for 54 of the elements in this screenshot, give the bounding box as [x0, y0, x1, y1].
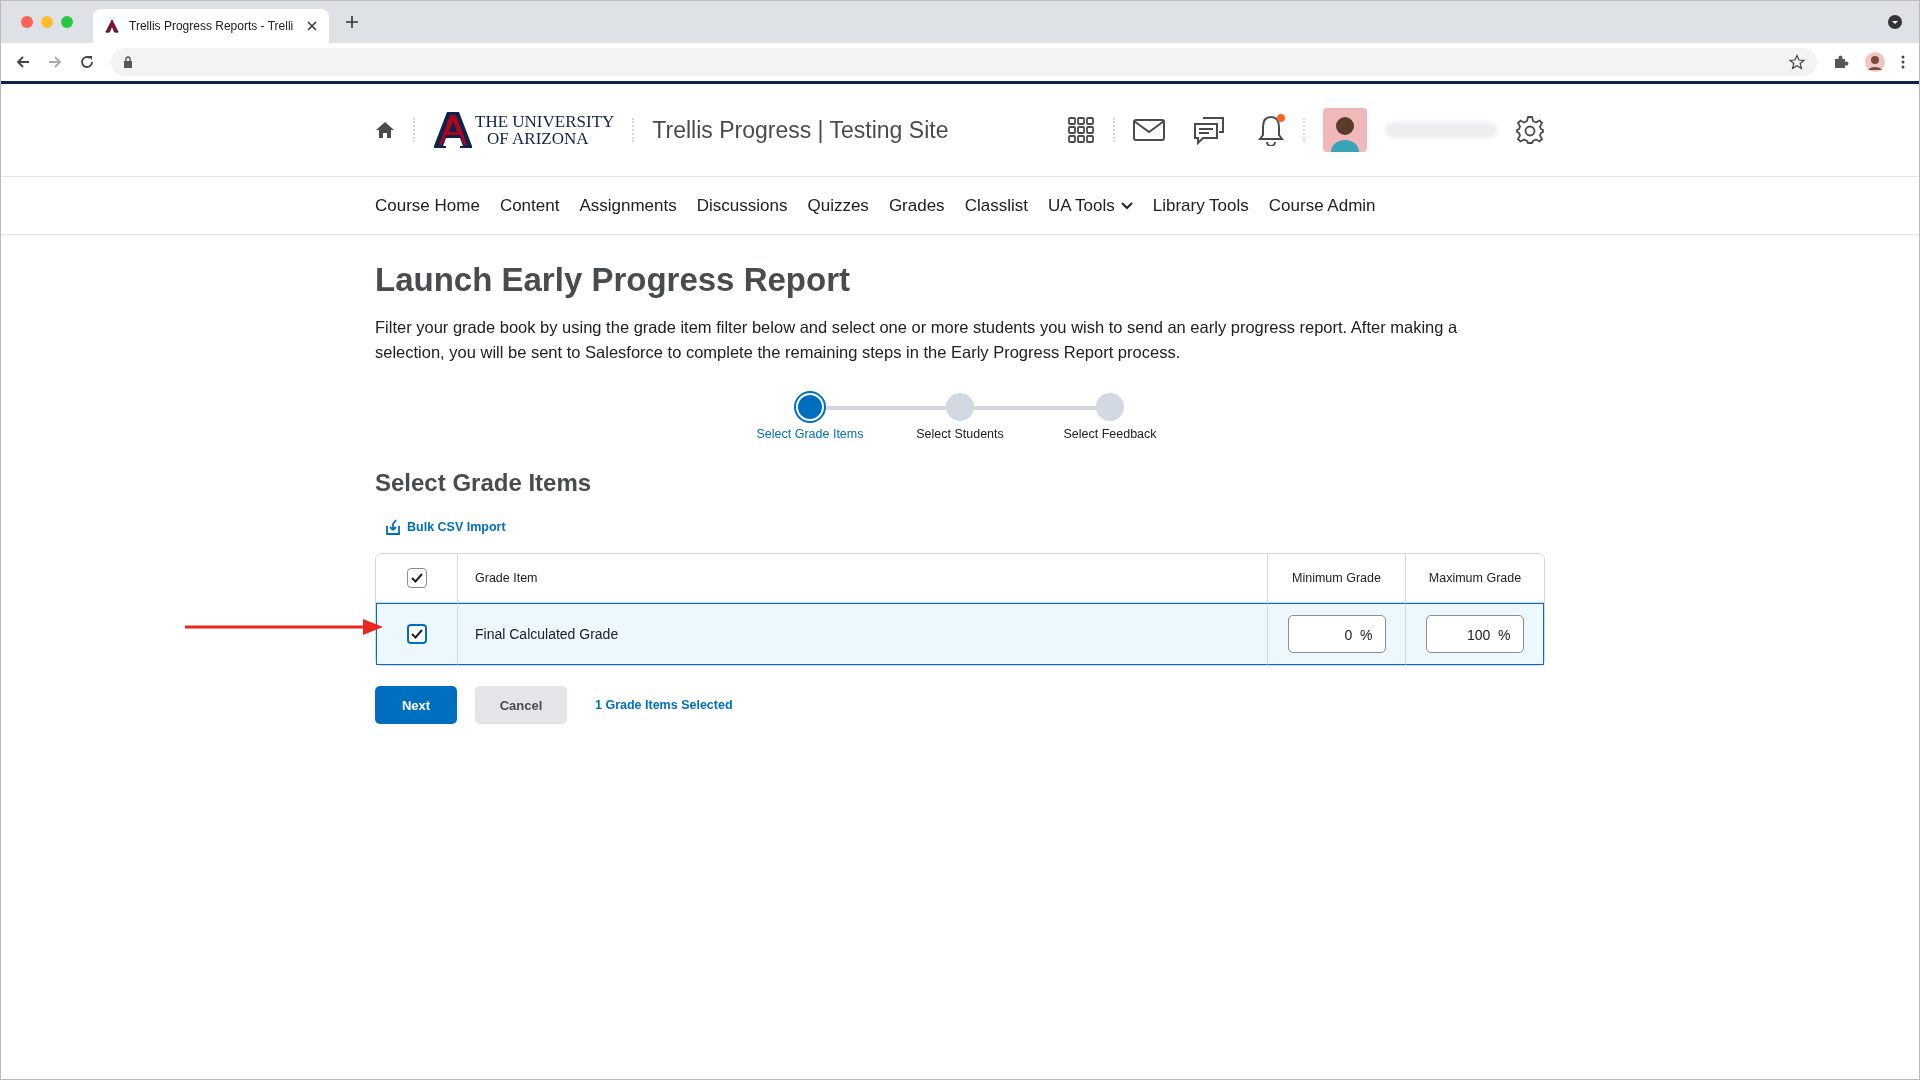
star-icon[interactable]: [1789, 54, 1805, 70]
mail-icon[interactable]: [1133, 119, 1165, 141]
caret-icon: [1120, 201, 1133, 210]
section-title: Select Grade Items: [375, 469, 593, 497]
nav-link[interactable]: Grades: [888, 195, 945, 216]
grid-icon[interactable]: [1067, 116, 1095, 144]
home-icon[interactable]: [375, 121, 395, 139]
step-label: Select Feedback: [1063, 427, 1157, 441]
grade-field[interactable]: 100 %: [1425, 615, 1524, 653]
step-label: Select Grade Items: [756, 427, 864, 441]
nav-link[interactable]: Quizzes: [807, 195, 869, 216]
browser-tab[interactable]: Trellis Progress Reports - Trelli: [93, 9, 329, 43]
more-icon[interactable]: [1901, 54, 1905, 70]
step-label: Select Students: [916, 427, 1004, 441]
logo-text: THE UNIVERSITY: [475, 113, 615, 130]
logo-text: OF ARIZONA: [486, 130, 590, 147]
selection-count: 1 Grade Items Selected: [595, 698, 733, 712]
back-icon[interactable]: [15, 54, 31, 70]
reload-icon[interactable]: [79, 54, 95, 70]
close-icon[interactable]: [307, 21, 317, 31]
address-field[interactable]: [111, 48, 1817, 76]
checkbox[interactable]: [406, 568, 427, 588]
page-title: Launch Early Progress Report: [375, 261, 851, 299]
table-cell: Final Calculated Grade: [457, 603, 1267, 665]
grade-field[interactable]: 0 %: [1287, 615, 1386, 653]
site-title: Trellis Progress | Testing Site: [652, 116, 949, 144]
next-button[interactable]: Next: [375, 686, 457, 724]
logo-icon: [105, 19, 119, 33]
page-description: Filter your grade book by using the grade item filter below and select one or more students you wish to send an early progress report. After making a selection, you will be sent to Salesforce to complete the remaining steps in the Early Progress Report process.: [375, 317, 1459, 363]
chat-icon[interactable]: [1193, 115, 1225, 145]
import-link[interactable]: Bulk CSV Import: [385, 519, 506, 535]
nav-link[interactable]: Course Home: [375, 195, 480, 216]
avatar-icon[interactable]: [1865, 52, 1885, 72]
check-icon: [411, 629, 423, 639]
nav-link[interactable]: Content: [499, 195, 560, 216]
nav-link[interactable]: Assignments: [579, 195, 677, 216]
import-icon: [385, 519, 401, 535]
nav-link[interactable]: Course Admin: [1268, 195, 1376, 216]
check-icon: [410, 573, 423, 583]
table-row[interactable]: Final Calculated Grade 0 % 100 %: [376, 603, 1544, 665]
logo-icon[interactable]: [433, 111, 473, 149]
lock-icon: [123, 56, 133, 68]
nav-link[interactable]: Library Tools: [1152, 195, 1249, 216]
bell-icon[interactable]: [1257, 114, 1285, 146]
nav-link[interactable]: Classlist: [964, 195, 1028, 216]
cancel-button[interactable]: Cancel: [475, 686, 567, 724]
puzzle-icon[interactable]: [1833, 54, 1849, 70]
settings-icon[interactable]: [1515, 115, 1545, 145]
avatar-icon[interactable]: [1323, 108, 1367, 152]
nav-link[interactable]: UA Tools: [1047, 195, 1133, 216]
checkbox[interactable]: [407, 624, 427, 644]
nav-link[interactable]: Discussions: [696, 195, 788, 216]
new-tab-icon[interactable]: [345, 15, 359, 29]
dropdown-icon[interactable]: [1887, 14, 1903, 30]
